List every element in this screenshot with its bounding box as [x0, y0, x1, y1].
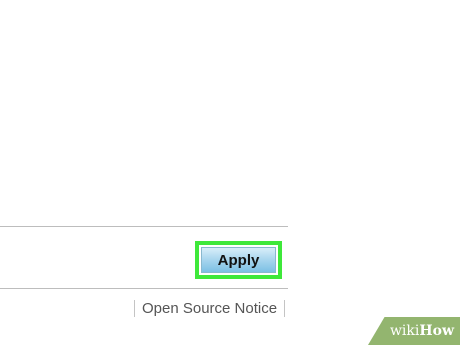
- watermark-wiki-text: wiki: [389, 323, 420, 339]
- watermark-how-text: How: [419, 323, 454, 339]
- open-source-notice-link[interactable]: Open Source Notice: [135, 300, 284, 317]
- footer-separator-right: [284, 299, 286, 317]
- apply-button-highlight: Apply: [195, 241, 282, 279]
- divider-top: [0, 226, 288, 227]
- wikihow-watermark: wiki How: [368, 317, 460, 345]
- divider-bottom: [0, 288, 288, 289]
- footer-links: Open Source Notice: [134, 298, 286, 318]
- apply-button[interactable]: Apply: [201, 247, 276, 273]
